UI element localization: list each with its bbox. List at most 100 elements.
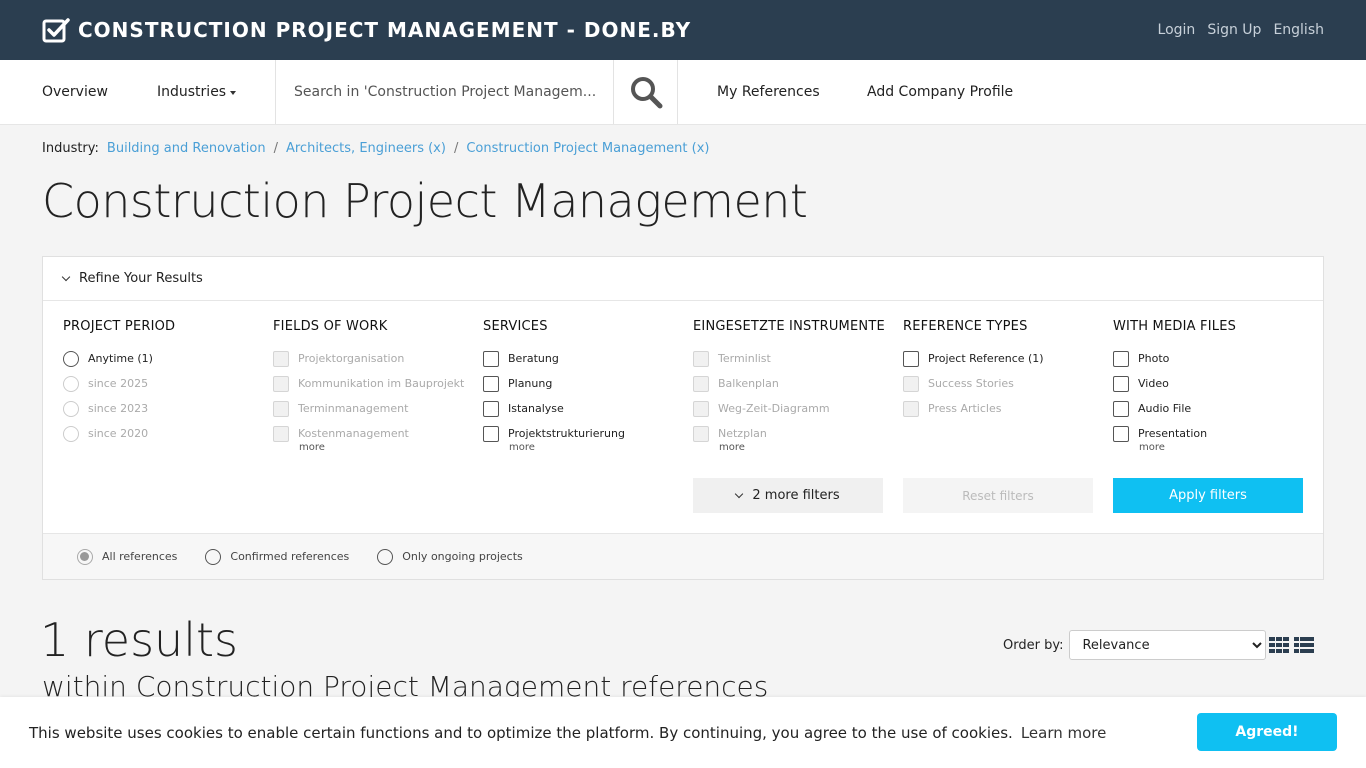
search-box <box>275 60 614 124</box>
fow-option[interactable]: Terminmanagement <box>273 396 473 421</box>
reftype-option[interactable]: Press Articles <box>903 396 1103 421</box>
checkbox[interactable] <box>903 350 919 367</box>
checkbox[interactable] <box>693 375 709 392</box>
media-option[interactable]: Audio File <box>1113 396 1313 421</box>
checkbox[interactable] <box>693 425 709 442</box>
language-link[interactable]: English <box>1273 22 1324 38</box>
apply-filters-button[interactable]: Apply filters <box>1113 478 1303 513</box>
grid-view-icon[interactable] <box>1269 637 1289 653</box>
nav-overview[interactable]: Overview <box>0 60 157 124</box>
radio-button[interactable] <box>205 548 222 565</box>
more-link[interactable]: more <box>273 442 473 453</box>
checkbox[interactable] <box>1113 375 1129 392</box>
filter-title: EINGESETZTE INSTRUMENTE <box>693 319 885 334</box>
checkbox[interactable] <box>693 400 709 417</box>
breadcrumb-architects-engineers[interactable]: Architects, Engineers (x) <box>286 141 446 156</box>
cookie-banner: This website uses cookies to enable cert… <box>0 697 1366 768</box>
radio-button[interactable] <box>63 425 79 442</box>
radio-button[interactable] <box>63 400 79 417</box>
radio-button[interactable] <box>63 375 79 392</box>
period-option-2025[interactable]: since 2025 <box>63 371 263 396</box>
cookie-text: This website uses cookies to enable cert… <box>29 723 1013 742</box>
nav-industries-dropdown[interactable]: Industries <box>157 60 275 124</box>
scope-all-references[interactable]: All references <box>77 544 177 569</box>
login-link[interactable]: Login <box>1158 22 1196 38</box>
checkbox-logo-icon <box>42 18 70 43</box>
instrument-option[interactable]: Terminlist <box>693 346 893 371</box>
main-nav: Overview Industries My References Add Co… <box>0 60 1366 125</box>
period-option-anytime[interactable]: Anytime (1) <box>63 346 263 371</box>
nav-my-references[interactable]: My References <box>678 60 867 124</box>
chevron-down-icon <box>61 272 71 282</box>
checkbox[interactable] <box>273 400 289 417</box>
breadcrumb-separator: / <box>453 141 459 156</box>
more-link[interactable]: more <box>1113 442 1313 453</box>
checkbox[interactable] <box>483 350 499 367</box>
checkbox[interactable] <box>273 425 289 442</box>
signup-link[interactable]: Sign Up <box>1207 22 1261 38</box>
filter-panel-toggle[interactable]: Refine Your Results <box>43 257 1323 301</box>
checkbox[interactable] <box>273 375 289 392</box>
instrument-option[interactable]: Weg-Zeit-Diagramm <box>693 396 893 421</box>
breadcrumb-construction-pm[interactable]: Construction Project Management (x) <box>466 141 709 156</box>
cookie-agree-button[interactable]: Agreed! <box>1197 713 1337 751</box>
checkbox[interactable] <box>273 350 289 367</box>
filter-title: SERVICES <box>483 319 548 334</box>
scope-confirmed-references[interactable]: Confirmed references <box>205 544 349 569</box>
filter-fields-of-work: FIELDS OF WORK Projektorganisation Kommu… <box>273 319 473 453</box>
filter-reference-types: REFERENCE TYPES Project Reference (1) Su… <box>903 319 1103 421</box>
checkbox[interactable] <box>483 375 499 392</box>
media-option[interactable]: Video <box>1113 371 1313 396</box>
fow-option[interactable]: Projektorganisation <box>273 346 473 371</box>
reftype-option[interactable]: Success Stories <box>903 371 1103 396</box>
filter-title: REFERENCE TYPES <box>903 319 1028 334</box>
filter-panel-title: Refine Your Results <box>79 271 203 286</box>
breadcrumb: Industry: Building and Renovation / Arch… <box>42 141 709 156</box>
chevron-down-icon <box>735 489 744 498</box>
nav-add-company-profile[interactable]: Add Company Profile <box>867 60 1013 124</box>
order-by: Order by: Relevance <box>1003 630 1267 660</box>
search-input[interactable] <box>276 60 613 124</box>
instrument-option[interactable]: Balkenplan <box>693 371 893 396</box>
service-option[interactable]: Beratung <box>483 346 683 371</box>
fow-option[interactable]: Kommunikation im Bauprojekt <box>273 371 473 396</box>
more-link[interactable]: more <box>693 442 893 453</box>
list-view-icon[interactable] <box>1294 637 1314 653</box>
radio-button[interactable] <box>377 548 394 565</box>
filter-project-period: PROJECT PERIOD Anytime (1) since 2025 si… <box>63 319 263 446</box>
scope-ongoing-projects[interactable]: Only ongoing projects <box>377 544 523 569</box>
checkbox[interactable] <box>903 400 919 417</box>
top-links: Login Sign Up English <box>1158 22 1324 38</box>
more-link[interactable]: more <box>483 442 683 453</box>
breadcrumb-building-renovation[interactable]: Building and Renovation <box>107 141 266 156</box>
view-toggle <box>1269 637 1314 653</box>
caret-down-icon <box>230 91 237 95</box>
more-filters-button[interactable]: 2 more filters <box>693 478 883 513</box>
checkbox[interactable] <box>1113 400 1129 417</box>
period-option-2023[interactable]: since 2023 <box>63 396 263 421</box>
brand[interactable]: CONSTRUCTION PROJECT MANAGEMENT - DONE.B… <box>42 17 691 43</box>
checkbox[interactable] <box>483 425 499 442</box>
service-option[interactable]: Planung <box>483 371 683 396</box>
filter-title: WITH MEDIA FILES <box>1113 319 1237 334</box>
search-icon <box>630 77 662 109</box>
reftype-option[interactable]: Project Reference (1) <box>903 346 1103 371</box>
checkbox[interactable] <box>483 400 499 417</box>
media-option[interactable]: Photo <box>1113 346 1313 371</box>
filter-title: PROJECT PERIOD <box>63 319 176 334</box>
checkbox[interactable] <box>903 375 919 392</box>
checkbox[interactable] <box>1113 350 1129 367</box>
filter-instruments: EINGESETZTE INSTRUMENTE Terminlist Balke… <box>693 319 893 453</box>
reset-filters-button[interactable]: Reset filters <box>903 478 1093 513</box>
radio-button[interactable] <box>63 350 79 367</box>
cookie-learn-more-link[interactable]: Learn more <box>1021 724 1107 742</box>
checkbox[interactable] <box>693 350 709 367</box>
checkbox[interactable] <box>1113 425 1129 442</box>
search-button[interactable] <box>614 60 678 124</box>
filter-title: FIELDS OF WORK <box>273 319 388 334</box>
period-option-2020[interactable]: since 2020 <box>63 421 263 446</box>
nav-industries-label: Industries <box>157 84 227 100</box>
order-by-select[interactable]: Relevance <box>1069 630 1267 660</box>
radio-button[interactable] <box>77 548 93 565</box>
service-option[interactable]: Istanalyse <box>483 396 683 421</box>
